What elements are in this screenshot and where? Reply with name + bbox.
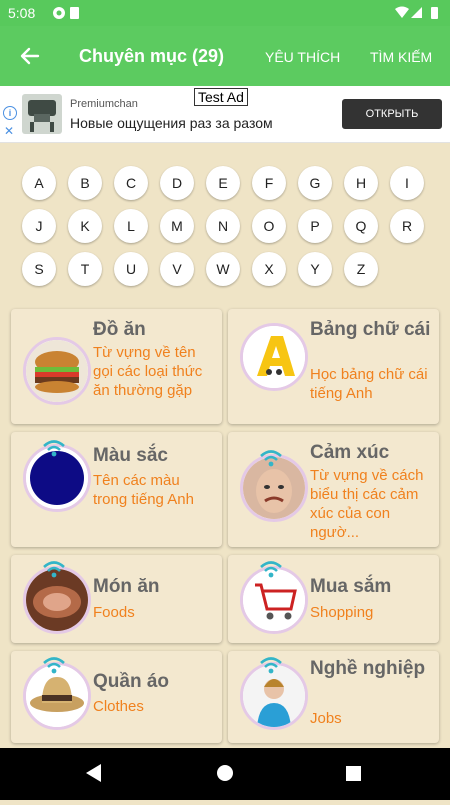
ad-close-icon[interactable]: ✕	[4, 124, 14, 138]
letter-button-s[interactable]: S	[22, 252, 56, 286]
letter-button-q[interactable]: Q	[344, 209, 378, 243]
category-title: Bảng chữ cái	[310, 319, 431, 340]
app-bar: Chuyên mục (29) YÊU THÍCH TÌM KIẾM	[0, 26, 450, 86]
category-subtitle: Clothes	[93, 698, 144, 715]
category-subtitle: Foods	[93, 604, 135, 621]
navigation-bar	[0, 748, 450, 800]
category-card-colors[interactable]: Màu sắc Tên các màu trong tiếng Anh	[11, 432, 222, 547]
category-card-emotions[interactable]: Cảm xúc Từ vựng về cách biểu thị các cảm…	[228, 432, 439, 547]
category-card-alphabet[interactable]: Bảng chữ cái Học bảng chữ cái tiếng Anh	[228, 309, 439, 424]
test-ad-label: Test Ad	[194, 88, 248, 106]
letter-button-e[interactable]: E	[206, 166, 240, 200]
letter-button-j[interactable]: J	[22, 209, 56, 243]
letter-button-y[interactable]: Y	[298, 252, 332, 286]
letter-button-a[interactable]: A	[22, 166, 56, 200]
system-icons	[394, 5, 442, 24]
category-subtitle: Học bảng chữ cái tiếng Anh	[310, 366, 428, 402]
category-subtitle: Jobs	[310, 710, 342, 727]
category-card-clothes[interactable]: Quần áo Clothes	[11, 651, 222, 743]
back-nav-icon[interactable]	[86, 764, 101, 782]
letter-button-k[interactable]: K	[68, 209, 102, 243]
wifi-icon	[260, 657, 282, 674]
tab-search[interactable]: TÌM KIẾM	[370, 49, 432, 65]
category-title: Nghề nghiệp	[310, 658, 426, 679]
category-subtitle: Từ vựng về tên gọi các loại thức ăn thườ…	[93, 344, 203, 399]
wifi-icon	[43, 561, 65, 578]
letter-a-icon	[240, 323, 308, 391]
category-card-jobs[interactable]: Nghề nghiệp Jobs	[228, 651, 439, 743]
letter-button-r[interactable]: R	[390, 209, 424, 243]
wifi-icon	[43, 440, 65, 457]
category-card-food[interactable]: Đồ ăn Từ vựng về tên gọi các loại thức ă…	[11, 309, 222, 424]
letter-button-v[interactable]: V	[160, 252, 194, 286]
category-title: Quần áo	[93, 671, 170, 692]
tab-favorites[interactable]: YÊU THÍCH	[265, 49, 340, 65]
letter-button-o[interactable]: O	[252, 209, 286, 243]
letter-button-h[interactable]: H	[344, 166, 378, 200]
letter-button-i[interactable]: I	[390, 166, 424, 200]
status-bar: 5:08	[0, 0, 450, 26]
letter-button-z[interactable]: Z	[344, 252, 378, 286]
category-title: Món ăn	[93, 576, 160, 597]
ad-cta-button[interactable]: ОТКРЫТЬ	[342, 99, 442, 129]
category-title: Màu sắc	[93, 445, 168, 466]
notification-icons	[52, 6, 82, 23]
category-subtitle: Từ vựng về cách biểu thị các cảm xúc của…	[310, 467, 424, 541]
category-title: Đồ ăn	[93, 319, 146, 340]
letter-button-f[interactable]: F	[252, 166, 286, 200]
letter-button-p[interactable]: P	[298, 209, 332, 243]
letter-button-t[interactable]: T	[68, 252, 102, 286]
wifi-icon	[43, 657, 65, 674]
letter-button-b[interactable]: B	[68, 166, 102, 200]
wifi-icon	[260, 561, 282, 578]
home-nav-icon[interactable]	[217, 765, 233, 781]
letter-button-m[interactable]: M	[160, 209, 194, 243]
wifi-icon	[260, 450, 282, 467]
letter-button-w[interactable]: W	[206, 252, 240, 286]
category-title: Cảm xúc	[310, 442, 390, 463]
back-arrow-icon[interactable]	[14, 40, 46, 72]
category-card-shopping[interactable]: Mua sắm Shopping	[228, 555, 439, 643]
burger-icon	[23, 337, 91, 405]
letter-button-u[interactable]: U	[114, 252, 148, 286]
letter-button-g[interactable]: G	[298, 166, 332, 200]
category-title: Mua sắm	[310, 576, 392, 597]
ad-info-icon[interactable]: i	[3, 106, 17, 120]
letter-button-d[interactable]: D	[160, 166, 194, 200]
category-subtitle: Shopping	[310, 604, 374, 621]
status-time: 5:08	[8, 5, 36, 21]
recents-nav-icon[interactable]	[346, 766, 361, 781]
letter-button-n[interactable]: N	[206, 209, 240, 243]
page-title: Chuyên mục (29)	[79, 46, 225, 66]
ad-thumbnail[interactable]	[22, 94, 62, 134]
letter-button-c[interactable]: C	[114, 166, 148, 200]
letter-button-l[interactable]: L	[114, 209, 148, 243]
ad-banner[interactable]: i ✕ Premiumchan Новые ощущения раз за ра…	[0, 86, 450, 143]
category-card-dishes[interactable]: Món ăn Foods	[11, 555, 222, 643]
letter-button-x[interactable]: X	[252, 252, 286, 286]
ad-advertiser: Premiumchan	[70, 98, 138, 110]
ad-headline[interactable]: Новые ощущения раз за разом	[70, 115, 273, 131]
category-subtitle: Tên các màu trong tiếng Anh	[93, 472, 194, 508]
